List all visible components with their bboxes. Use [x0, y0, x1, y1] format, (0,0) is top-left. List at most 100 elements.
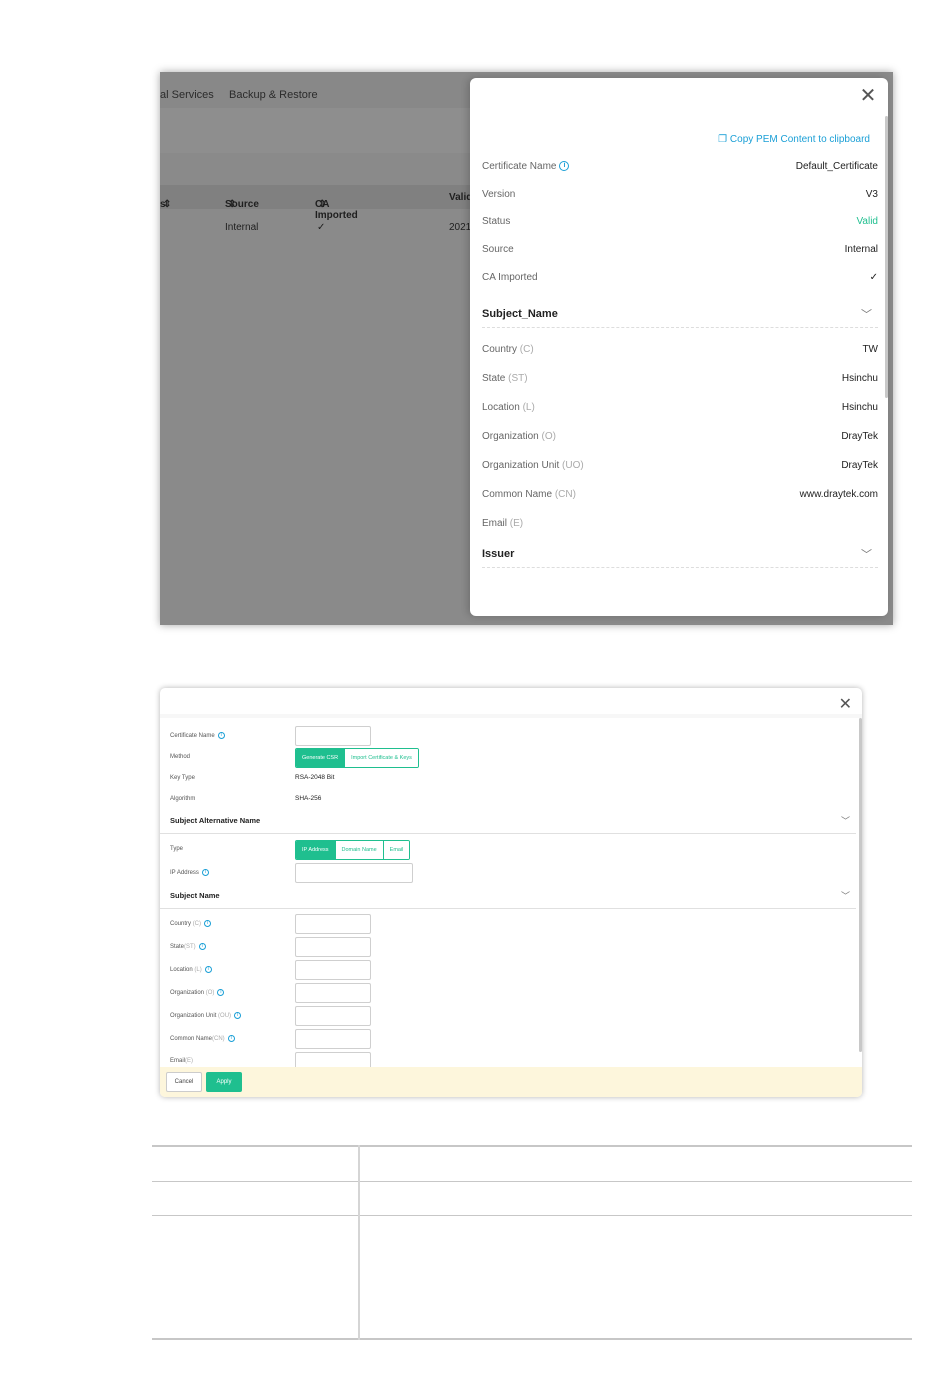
scrollbar[interactable] — [859, 718, 862, 1052]
field-label: Type — [170, 846, 184, 852]
row-key-type: Key Type RSA-2048 Bit — [170, 769, 856, 789]
field-label: IP Address — [170, 870, 199, 877]
method-toggle[interactable]: Generate CSR Import Certificate & Keys — [295, 748, 419, 768]
background-table-header: s ⇕ Source ⇕ CA Imported ⇕ Valid — [160, 185, 480, 221]
field-abbr: (L) — [194, 967, 202, 974]
organization-unit-input[interactable] — [295, 1006, 371, 1026]
field-email: Email (E) — [482, 515, 878, 533]
background-toolbar — [160, 108, 480, 153]
field-value: TW — [862, 344, 878, 355]
field-label: State — [170, 944, 185, 951]
nav-item-services[interactable]: al Services — [160, 89, 214, 101]
field-label: CA Imported — [482, 272, 538, 283]
section-issuer[interactable]: Issuer ﹀ — [482, 546, 878, 568]
check-icon: ✓ — [317, 222, 326, 233]
field-organization: Organization (O) DrayTek — [482, 428, 878, 446]
section-subject-name[interactable]: Subject_Name ﹀ — [482, 306, 878, 328]
field-label: Country — [170, 921, 192, 928]
cell-valid: 2021 — [449, 222, 472, 233]
method-import-certificate[interactable]: Import Certificate & Keys — [345, 749, 418, 767]
type-ip-address[interactable]: IP Address — [296, 841, 336, 859]
row-organization-unit: Organization Unit (OU) i — [170, 1006, 856, 1026]
info-icon[interactable]: i — [204, 966, 212, 973]
close-icon[interactable]: ✕ — [858, 86, 878, 106]
field-state: State (ST) Hsinchu — [482, 370, 878, 388]
field-abbr: (E) — [509, 518, 524, 529]
divider — [160, 908, 856, 909]
field-label: Algorithm — [170, 796, 196, 802]
ip-address-input[interactable] — [295, 863, 413, 883]
copy-pem-button[interactable]: ❐ Copy PEM Content to clipboard — [718, 134, 870, 145]
type-domain-name[interactable]: Domain Name — [335, 841, 384, 859]
field-abbr: (O) — [205, 990, 215, 997]
cancel-button[interactable]: Cancel — [166, 1072, 202, 1092]
field-label: Common Name — [170, 1036, 213, 1043]
column-header-valid[interactable]: Valid — [449, 192, 472, 203]
background-nav: al Services Backup & Restore — [160, 72, 480, 108]
field-source: Source Internal — [482, 241, 878, 259]
copy-icon: ❐ — [718, 134, 730, 145]
field-status: Status Valid — [482, 213, 878, 231]
apply-button[interactable]: Apply — [206, 1072, 242, 1092]
field-label: Method — [170, 754, 191, 760]
field-organization-unit: Organization Unit (UO) DrayTek — [482, 457, 878, 475]
field-label: Location — [170, 967, 193, 974]
form-footer: Cancel Apply — [160, 1067, 862, 1097]
field-label: Email — [482, 518, 508, 529]
field-value: Internal — [844, 244, 878, 255]
certificate-detail-screenshot: al Services Backup & Restore s ⇕ Source ⇕ … — [160, 72, 893, 625]
location-input[interactable] — [295, 960, 371, 980]
section-title: Subject Name — [170, 891, 220, 900]
chevron-down-icon[interactable]: ﹀ — [861, 306, 872, 322]
chevron-down-icon[interactable]: ﹀ — [841, 889, 850, 902]
row-algorithm: Algorithm SHA-256 — [170, 790, 856, 810]
info-icon[interactable]: i — [559, 161, 570, 172]
field-common-name: Common Name (CN) www.draytek.com — [482, 486, 878, 504]
section-title: Subject Alternative Name — [170, 816, 261, 825]
state-input[interactable] — [295, 937, 371, 957]
info-icon[interactable]: i — [217, 989, 225, 996]
info-icon[interactable]: i — [201, 869, 209, 876]
row-ip-address: IP Address i — [170, 863, 856, 883]
field-abbr: (E) — [185, 1058, 194, 1064]
background-filter-bar — [160, 153, 480, 185]
field-label: Country — [482, 344, 518, 355]
type-toggle[interactable]: IP Address Domain Name Email — [295, 840, 411, 860]
section-title: Issuer — [482, 548, 515, 560]
field-abbr: (OU) — [218, 1013, 232, 1020]
close-icon[interactable]: ✕ — [839, 694, 852, 714]
info-icon[interactable]: i — [204, 920, 212, 927]
scrollbar[interactable] — [885, 116, 888, 398]
info-icon[interactable]: i — [217, 732, 225, 739]
certificate-name-input[interactable] — [295, 726, 371, 746]
info-icon[interactable]: i — [227, 1035, 235, 1042]
check-icon: ✓ — [869, 272, 878, 283]
field-value: V3 — [865, 189, 878, 200]
row-location: Location (L) i — [170, 960, 856, 980]
row-organization: Organization (O) i — [170, 983, 856, 1003]
field-abbr: (UO) — [562, 460, 584, 471]
info-icon[interactable]: i — [198, 943, 206, 950]
method-generate-csr[interactable]: Generate CSR — [296, 749, 346, 767]
section-title: Subject_Name — [482, 308, 558, 320]
organization-input[interactable] — [295, 983, 371, 1003]
table-row[interactable]: Internal ✓ 2021 — [160, 209, 480, 239]
chevron-down-icon[interactable]: ﹀ — [841, 814, 850, 827]
row-method: Method Generate CSR Import Certificate &… — [170, 748, 856, 768]
field-label: Certificate Name — [482, 161, 557, 172]
field-label: Common Name — [482, 489, 553, 500]
nav-item-backup-restore[interactable]: Backup & Restore — [229, 89, 318, 101]
field-certificate-name: Certificate Name i Default_Certificate — [482, 158, 878, 176]
certificate-drawer: ✕ ❐ Copy PEM Content to clipboard Certif… — [470, 78, 888, 616]
field-value: Default_Certificate — [795, 161, 878, 172]
field-label: Organization — [170, 990, 205, 997]
chevron-down-icon[interactable]: ﹀ — [861, 546, 872, 562]
document-table — [152, 1145, 912, 1340]
type-email[interactable]: Email — [383, 841, 410, 859]
field-value: DrayTek — [841, 460, 878, 471]
certificate-form-screenshot: ✕ Certificate Name i Method Generate CSR … — [160, 688, 862, 1097]
country-input[interactable] — [295, 914, 371, 934]
field-label: Certificate Name — [170, 733, 215, 740]
common-name-input[interactable] — [295, 1029, 371, 1049]
info-icon[interactable]: i — [234, 1012, 242, 1019]
